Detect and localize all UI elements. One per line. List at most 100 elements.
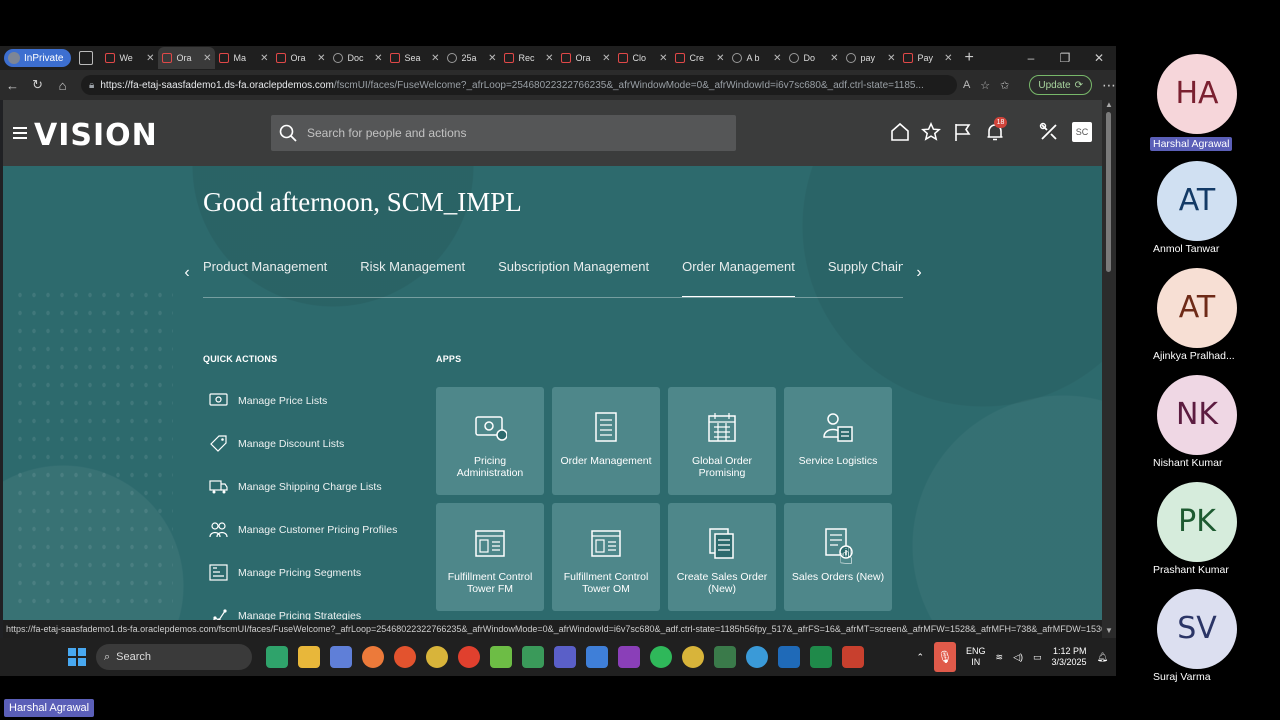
quick-action-link[interactable]: Manage Pricing Segments [209,563,361,582]
app-tile[interactable]: Order Management [552,387,660,495]
app-red-icon[interactable] [458,646,480,668]
chart-app-icon[interactable] [490,646,512,668]
app-tile[interactable]: Global Order Promising [668,387,776,495]
store-icon[interactable] [330,646,352,668]
tab-close-icon[interactable]: ✕ [431,53,439,64]
browser-tab[interactable]: Ora ✕ [158,47,216,69]
browser-tab[interactable]: Cre ✕ [671,47,728,69]
participant-tile[interactable]: HA Harshal Agrawal [1150,54,1244,152]
read-aloud-icon[interactable]: A [963,79,970,92]
browser-tab[interactable]: Pay ✕ [899,47,956,69]
maximize-button[interactable]: ❐ [1048,46,1082,70]
app-tile[interactable]: Sales Orders (New) [784,503,892,611]
app-tile[interactable]: Pricing Administration [436,387,544,495]
menu-icon[interactable] [13,127,27,139]
home-icon[interactable] [890,122,910,142]
back-button[interactable]: ← [0,78,25,93]
browser-tab[interactable]: pay ✕ [842,47,899,69]
refresh-button[interactable]: ↻ [25,77,50,93]
notification-bell-icon[interactable]: 🔔︎ [1097,652,1108,663]
chevron-up-icon[interactable]: ⌃ [916,652,924,663]
browser-tab[interactable]: We ✕ [101,47,158,69]
quick-action-link[interactable]: Manage Shipping Charge Lists [209,477,382,496]
app-tile[interactable]: Create Sales Order (New) [668,503,776,611]
outlook-icon[interactable] [778,646,800,668]
participant-tile[interactable]: PK Prashant Kumar [1150,482,1244,576]
browser-tab[interactable]: Doc ✕ [329,47,386,69]
tab-close-icon[interactable]: ✕ [374,53,382,64]
workspaces-icon[interactable] [79,51,94,65]
participant-tile[interactable]: AT Ajinkya Pralhad... [1150,268,1244,362]
app-tile[interactable]: Fulfillment Control Tower FM [436,503,544,611]
chrome-icon[interactable] [426,646,448,668]
quick-action-link[interactable]: Manage Price Lists [209,391,327,410]
onenote-icon[interactable] [618,646,640,668]
browser-tab[interactable]: A b ✕ [728,47,785,69]
app-tile[interactable]: Fulfillment Control Tower OM [552,503,660,611]
new-tab-button[interactable]: + [964,49,973,67]
edge-icon[interactable] [266,646,288,668]
powerpoint-icon[interactable] [842,646,864,668]
teams-icon[interactable] [554,646,576,668]
browser-tab[interactable]: Ma ✕ [215,47,272,69]
tab-close-icon[interactable]: ✕ [146,53,154,64]
vision-logo[interactable]: VISION [34,118,158,153]
tab-close-icon[interactable]: ✕ [716,53,724,64]
taskbar-search[interactable]: ⌕ Search [96,644,252,670]
clock[interactable]: 1:12 PM 3/3/2025 [1052,646,1087,668]
wifi-icon[interactable]: ≋ [996,652,1004,663]
volume-icon[interactable]: ◁) [1013,652,1023,663]
scroll-up-icon[interactable]: ▲ [1105,100,1113,109]
tab-close-icon[interactable]: ✕ [203,53,211,64]
browser-tab[interactable]: Clo ✕ [614,47,671,69]
tab-close-icon[interactable]: ✕ [488,53,496,64]
favorites-star-icon[interactable] [921,122,941,142]
pillar-tab[interactable]: Order Management [682,254,795,297]
tools-icon[interactable] [1039,122,1059,142]
tab-close-icon[interactable]: ✕ [887,53,895,64]
chrome-alt-icon[interactable] [746,646,768,668]
language-indicator[interactable]: ENG IN [966,646,986,668]
tab-close-icon[interactable]: ✕ [944,53,952,64]
microphone-icon[interactable]: 🎙︎ [934,642,957,672]
quick-action-link[interactable]: Manage Pricing Strategies [209,606,361,620]
flag-icon[interactable] [953,122,973,142]
search-input[interactable] [307,126,727,140]
copilot-icon[interactable] [586,646,608,668]
excel-icon[interactable] [810,646,832,668]
browser-tab[interactable]: Sea ✕ [386,47,443,69]
tab-close-icon[interactable]: ✕ [830,53,838,64]
chevron-left-icon[interactable]: ‹ [179,264,195,282]
pillar-tab[interactable]: Product Management [203,254,327,297]
more-menu-icon[interactable]: ⋯ [1102,77,1116,94]
scroll-down-icon[interactable]: ▼ [1105,626,1113,635]
firefox-icon[interactable] [394,646,416,668]
global-search[interactable] [271,115,736,151]
browser-tab[interactable]: Ora ✕ [557,47,614,69]
windows-start-icon[interactable] [68,648,86,666]
pillar-tab[interactable]: Supply Chain Ex [828,254,903,297]
battery-icon[interactable]: ▭ [1033,652,1042,663]
inprivate-badge[interactable]: InPrivate [4,49,72,67]
mail-icon[interactable] [714,646,736,668]
participant-tile[interactable]: AT Anmol Tanwar [1150,161,1244,255]
file-explorer-icon[interactable] [298,646,320,668]
close-window-button[interactable]: ✕ [1082,46,1116,70]
quick-action-link[interactable]: Manage Customer Pricing Profiles [209,520,397,539]
pillar-tab[interactable]: Risk Management [360,254,465,297]
participant-tile[interactable]: NK Nishant Kumar [1150,375,1244,469]
tab-close-icon[interactable]: ✕ [317,53,325,64]
scrollbar-thumb[interactable] [1106,112,1111,272]
tab-close-icon[interactable]: ✕ [602,53,610,64]
chrome-profile-icon[interactable] [682,646,704,668]
browser-tab[interactable]: Ora ✕ [272,47,329,69]
tab-close-icon[interactable]: ✕ [773,53,781,64]
app-tile[interactable]: Service Logistics [784,387,892,495]
participant-tile[interactable]: SV Suraj Varma [1150,589,1244,683]
browser-tab[interactable]: Rec ✕ [500,47,557,69]
notifications-button[interactable]: 18 [985,117,1007,142]
user-avatar[interactable]: SC [1072,122,1092,142]
favorites-icon[interactable]: ✩ [1000,79,1009,92]
tab-close-icon[interactable]: ✕ [545,53,553,64]
update-button[interactable]: Update ⟳ [1029,75,1093,95]
